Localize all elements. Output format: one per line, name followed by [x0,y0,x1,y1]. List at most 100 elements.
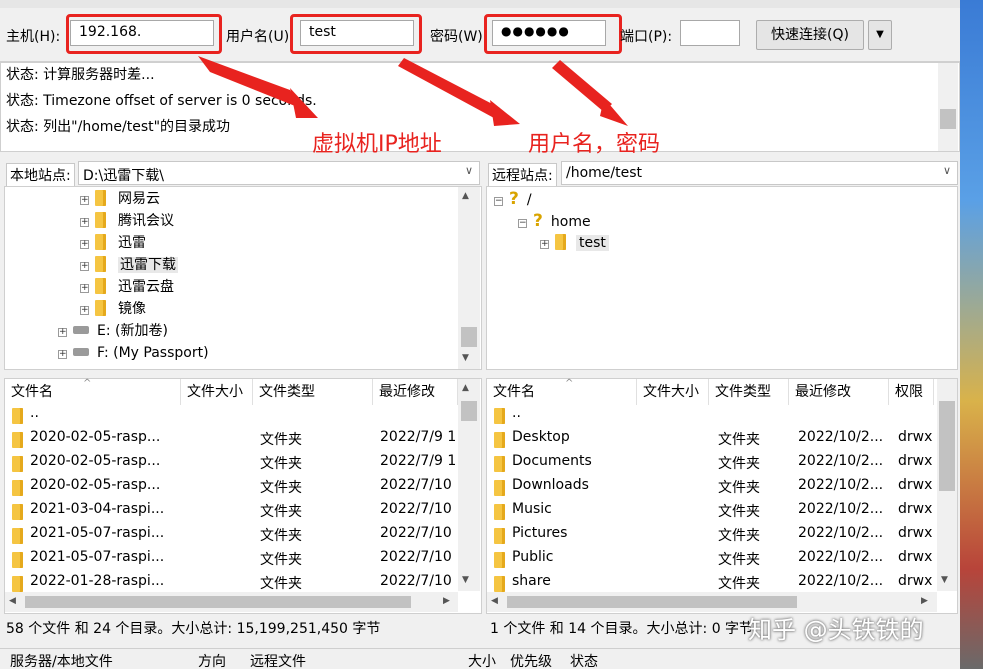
local-list-hscrollbar-thumb[interactable] [25,596,411,608]
table-row[interactable] [6,573,7,574]
file-date: 2022/10/2... [798,525,884,541]
file-date: 2022/10/2... [798,549,884,565]
remote-list-scrollbar-thumb[interactable] [939,401,955,491]
local-tree-item[interactable]: + 腾讯会议 [80,210,174,232]
table-row[interactable] [488,549,489,550]
local-list-hscrollbar[interactable]: ◀ ▶ [5,592,458,612]
column-header[interactable]: 最近修改 [373,379,458,405]
column-header[interactable]: 文件类型 [709,379,789,405]
table-row[interactable] [6,477,7,478]
file-permissions: drwx [898,525,933,541]
expand-icon[interactable]: + [540,240,549,249]
table-row[interactable] [488,453,489,454]
expand-icon[interactable]: − [518,219,527,228]
remote-path-combo[interactable]: /home/test ∨ [561,161,958,185]
table-row[interactable] [6,525,7,526]
column-header[interactable]: 最近修改 [789,379,889,405]
table-row[interactable] [6,405,7,406]
scroll-right-icon[interactable]: ▶ [921,596,928,606]
expand-icon[interactable]: + [80,196,89,205]
port-input[interactable] [680,20,740,46]
folder-icon [95,212,106,228]
table-row[interactable] [6,501,7,502]
expand-icon[interactable]: + [80,284,89,293]
expand-icon[interactable]: + [80,240,89,249]
remote-tree-item[interactable]: −? home [518,210,591,232]
remote-tree-item[interactable]: + test [540,232,609,254]
remote-list-hscrollbar[interactable]: ◀ ▶ [487,592,937,612]
folder-icon [12,552,23,568]
file-type: 文件夹 [718,504,760,520]
table-row[interactable] [488,477,489,478]
scroll-right-icon[interactable]: ▶ [443,596,450,606]
remote-list-scrollbar[interactable]: ▼ [937,379,957,591]
host-input[interactable]: 192.168. [70,20,214,46]
log-scrollbar-thumb[interactable] [940,109,956,129]
expand-icon[interactable]: + [80,306,89,315]
log-scrollbar[interactable] [938,63,958,151]
folder-icon [494,576,505,592]
scroll-up-icon[interactable]: ▲ [462,191,469,201]
column-header[interactable]: 文件名 ^ [5,378,181,405]
table-row[interactable] [488,429,489,430]
scroll-up-icon[interactable]: ▲ [462,383,469,393]
remote-tree-item[interactable]: −? / [494,188,532,210]
table-row[interactable] [6,549,7,550]
queue-column-header[interactable]: 优先级 [510,651,552,669]
file-type: 文件夹 [718,576,760,592]
expand-icon[interactable]: + [58,350,67,359]
scroll-down-icon[interactable]: ▼ [941,575,948,585]
tree-item-label: 网易云 [118,191,160,207]
scroll-down-icon[interactable]: ▼ [462,353,469,363]
queue-column-header[interactable]: 大小 [468,651,496,669]
column-header[interactable]: 文件大小 [637,379,709,405]
queue-column-header[interactable]: 方向 [198,651,226,669]
local-tree-item[interactable]: + 迅雷云盘 [80,276,174,298]
expand-icon[interactable]: + [58,328,67,337]
folder-icon [95,278,106,294]
toolbar [0,0,960,8]
folder-icon [494,408,505,424]
quickconnect-dropdown-button[interactable]: ▼ [868,20,892,50]
local-path-combo[interactable]: D:\迅雷下载\ ∨ [78,161,480,185]
local-tree-item[interactable]: + F: (My Passport) [58,342,209,364]
expand-icon[interactable]: + [80,218,89,227]
local-list-scrollbar-thumb[interactable] [461,401,477,421]
user-input[interactable]: test [300,20,414,46]
file-name: Public [512,549,554,565]
column-header-label: 文件类型 [259,384,315,400]
local-tree-item[interactable]: + 网易云 [80,188,160,210]
local-site-label: 本地站点: [6,163,75,187]
local-tree-item[interactable]: + 迅雷 [80,232,146,254]
scroll-left-icon[interactable]: ◀ [9,596,16,606]
queue-column-header[interactable]: 服务器/本地文件 [10,651,113,669]
local-status-text: 58 个文件 和 24 个目录。大小总计: 15,199,251,450 字节 [6,621,381,637]
queue-column-header[interactable]: 状态 [570,651,598,669]
column-header[interactable]: 文件类型 [253,379,373,405]
password-input[interactable]: ●●●●●● [492,20,606,46]
table-row[interactable] [6,429,7,430]
expand-icon[interactable]: − [494,197,503,206]
column-header[interactable]: 文件名 ^ [487,378,637,405]
folder-icon [494,480,505,496]
local-tree-item[interactable]: + 镜像 [80,298,146,320]
column-header[interactable]: 权限 [889,379,934,405]
table-row[interactable] [6,453,7,454]
quickconnect-button[interactable]: 快速连接(Q) [756,20,864,50]
local-tree-scrollbar[interactable]: ▲ ▼ [458,187,480,369]
local-tree-scrollbar-thumb[interactable] [461,327,477,347]
table-row[interactable] [488,525,489,526]
unknown-folder-icon: ? [509,189,519,209]
scroll-left-icon[interactable]: ◀ [491,596,498,606]
local-tree-item[interactable]: + 迅雷下载 [80,254,178,276]
column-header[interactable]: 文件大小 [181,379,253,405]
local-tree-item[interactable]: + E: (新加卷) [58,320,168,342]
local-list-scrollbar[interactable]: ▲ ▼ [458,379,480,591]
table-row[interactable] [488,573,489,574]
expand-icon[interactable]: + [80,262,89,271]
table-row[interactable] [488,405,489,406]
scroll-down-icon[interactable]: ▼ [462,575,469,585]
remote-list-hscrollbar-thumb[interactable] [507,596,797,608]
table-row[interactable] [488,501,489,502]
queue-column-header[interactable]: 远程文件 [250,651,306,669]
